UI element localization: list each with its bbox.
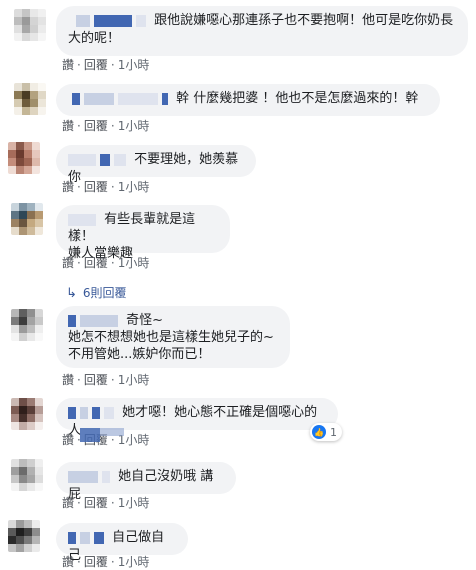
blurred-author-name xyxy=(84,92,114,105)
reply-button[interactable]: 回覆 xyxy=(84,555,108,569)
comment-text: 幹 什麼幾把婆 ！他也不是怎麼過來的！幹 xyxy=(176,91,419,106)
comment-bubble: 幹 什麼幾把婆 ！他也不是怎麼過來的！幹 xyxy=(56,84,440,116)
timestamp[interactable]: 1小時 xyxy=(118,496,150,510)
timestamp[interactable]: 1小時 xyxy=(118,256,150,270)
timestamp[interactable]: 1小時 xyxy=(118,119,150,133)
blurred-overlay xyxy=(80,428,100,442)
comment-bubble: 她才噁！她心態不正確是個噁心的人 xyxy=(56,398,338,438)
comment-actions: 讚·回覆·1小時 xyxy=(62,256,150,270)
comment-text-line-3: 不用管她...嫉妒你而已！ xyxy=(68,347,211,362)
like-button[interactable]: 讚 xyxy=(62,256,74,270)
comment-actions: 讚·回覆·1小時 xyxy=(62,555,150,569)
blurred-author-name xyxy=(80,531,90,544)
comment-actions: 讚·回覆·1小時 xyxy=(62,180,150,194)
view-replies-link[interactable]: ↳ 6則回覆 xyxy=(66,284,127,301)
like-button[interactable]: 讚 xyxy=(62,58,74,72)
timestamp[interactable]: 1小時 xyxy=(118,58,150,72)
avatar[interactable] xyxy=(14,83,46,115)
avatar[interactable] xyxy=(11,398,43,430)
like-button[interactable]: 讚 xyxy=(62,496,74,510)
reaction-count-badge[interactable]: 👍 1 xyxy=(310,423,342,441)
like-icon: 👍 xyxy=(312,425,326,439)
timestamp[interactable]: 1小時 xyxy=(118,180,150,194)
blurred-author-name[interactable] xyxy=(76,14,90,27)
comment-bubble: 有些長輩就是這樣！ 嫌人當樂趣 xyxy=(56,205,230,261)
avatar[interactable] xyxy=(8,142,40,174)
reply-button[interactable]: 回覆 xyxy=(84,496,108,510)
reply-button[interactable]: 回覆 xyxy=(84,180,108,194)
reply-button[interactable]: 回覆 xyxy=(84,58,108,72)
comment-bubble: 跟他說嫌噁心那連孫子也不要抱啊！他可是吃你奶長大的呢！ xyxy=(56,6,468,56)
blurred-author-name xyxy=(80,406,88,419)
blurred-author-name xyxy=(118,92,158,105)
blurred-author-name xyxy=(68,153,96,166)
replies-count-label[interactable]: 6則回覆 xyxy=(83,286,127,300)
blurred-author-name[interactable] xyxy=(100,153,110,166)
blurred-author-name[interactable] xyxy=(72,92,80,105)
blurred-author-name xyxy=(104,406,114,419)
blurred-author-name xyxy=(162,92,168,105)
blurred-overlay xyxy=(100,428,124,436)
like-button[interactable]: 讚 xyxy=(62,433,74,447)
comment-actions: 讚·回覆·1小時 xyxy=(62,119,150,133)
blurred-author-name xyxy=(136,14,146,27)
comment-actions: 讚·回覆·1小時 xyxy=(62,496,150,510)
avatar[interactable] xyxy=(14,9,46,41)
like-button[interactable]: 讚 xyxy=(62,119,74,133)
blurred-author-name xyxy=(102,470,110,483)
like-button[interactable]: 讚 xyxy=(62,180,74,194)
blurred-author-name[interactable] xyxy=(68,470,98,483)
blurred-author-name[interactable] xyxy=(68,406,76,419)
blurred-author-name[interactable] xyxy=(68,314,76,327)
blurred-author-name xyxy=(68,213,96,226)
blurred-author-name[interactable] xyxy=(68,531,76,544)
reply-button[interactable]: 回覆 xyxy=(84,256,108,270)
timestamp[interactable]: 1小時 xyxy=(118,555,150,569)
blurred-author-name xyxy=(92,406,100,419)
comment-text-line-2: 她怎不想想她也是這樣生她兒子的~ xyxy=(68,330,274,345)
reply-button[interactable]: 回覆 xyxy=(84,119,108,133)
comment-actions: 讚·回覆·1小時 xyxy=(62,58,150,72)
avatar[interactable] xyxy=(11,309,43,341)
like-button[interactable]: 讚 xyxy=(62,373,74,387)
like-button[interactable]: 讚 xyxy=(62,555,74,569)
comment-text-line-1: 奇怪~ xyxy=(126,313,164,328)
avatar[interactable] xyxy=(11,203,43,235)
comment-bubble: 她自己沒奶哦 講屁 xyxy=(56,462,236,502)
blurred-author-name xyxy=(114,153,126,166)
comment-bubble: 奇怪~ 她怎不想想她也是這樣生她兒子的~ 不用管她...嫉妒你而已！ xyxy=(56,306,290,368)
reaction-count: 1 xyxy=(330,425,337,439)
comment-bubble: 不要理她，她羨慕你 xyxy=(56,145,256,185)
reply-button[interactable]: 回覆 xyxy=(84,373,108,387)
blurred-author-name xyxy=(94,531,104,544)
blurred-author-name xyxy=(80,314,118,327)
reply-arrow-icon: ↳ xyxy=(66,286,77,301)
comment-bubble: 自己做自己 xyxy=(56,523,188,563)
comment-actions: 讚·回覆·1小時 xyxy=(62,373,150,387)
avatar[interactable] xyxy=(8,520,40,552)
timestamp[interactable]: 1小時 xyxy=(118,373,150,387)
avatar[interactable] xyxy=(11,459,43,491)
blurred-author-name[interactable] xyxy=(94,14,132,27)
